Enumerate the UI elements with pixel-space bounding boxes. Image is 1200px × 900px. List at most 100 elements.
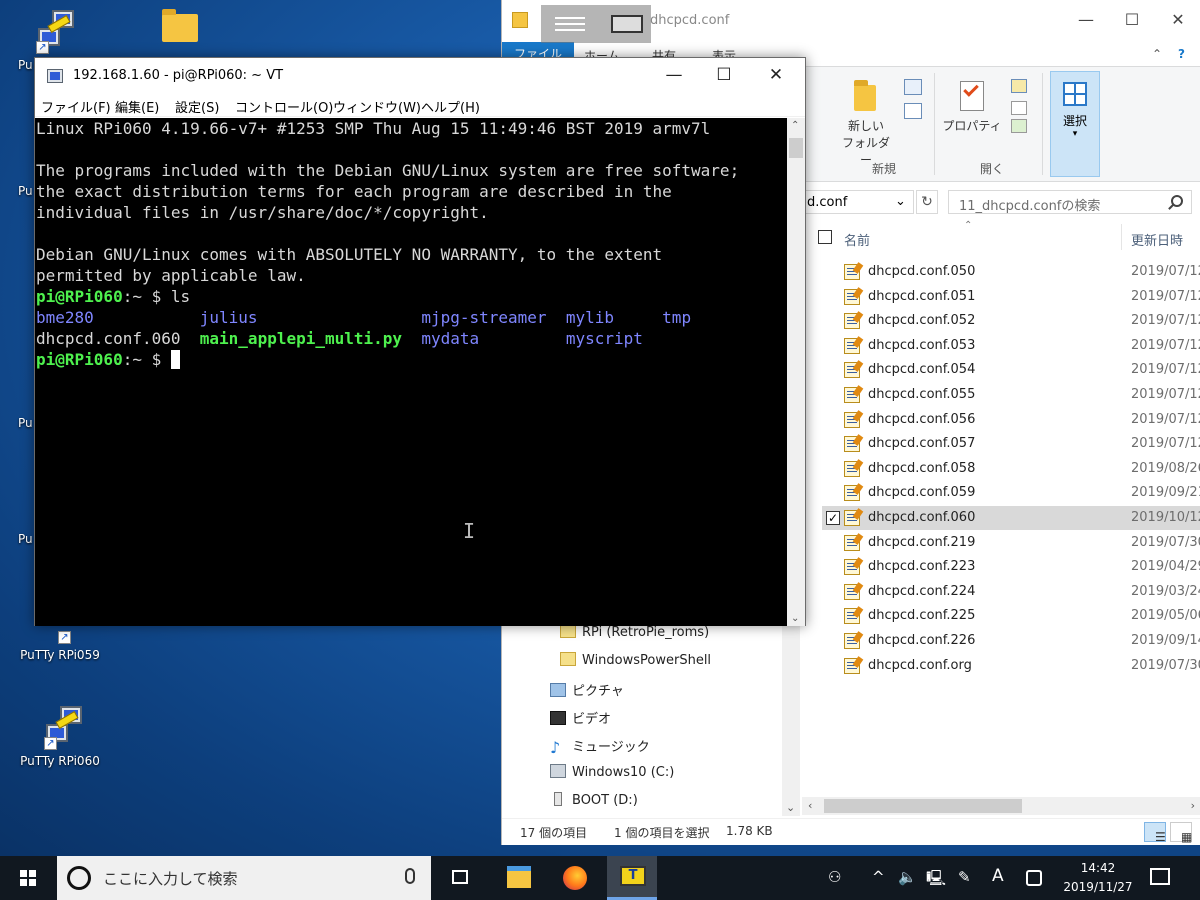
ls-entry: julius <box>199 308 258 327</box>
ime-icon[interactable] <box>1026 870 1042 886</box>
file-row[interactable]: dhcpcd.conf.055 2019/07/12 <box>822 383 1200 407</box>
file-row[interactable]: dhcpcd.conf.223 2019/04/29 <box>822 555 1200 579</box>
scroll-up-icon[interactable]: ⌃ <box>791 120 799 131</box>
minimize-button[interactable]: — <box>649 58 699 92</box>
ime-mode-icon[interactable]: A <box>992 866 1004 886</box>
notification-icon[interactable] <box>1150 868 1170 885</box>
putty-rpi060-shortcut[interactable]: ↗ PuTTy RPi060 <box>10 706 110 768</box>
menu-edit[interactable]: 編集(E) <box>115 97 159 116</box>
file-row[interactable]: dhcpcd.conf.225 2019/05/06 <box>822 604 1200 628</box>
file-row[interactable]: dhcpcd.conf.058 2019/08/26 <box>822 457 1200 481</box>
scroll-thumb[interactable] <box>824 799 1022 813</box>
new-item-button[interactable] <box>898 71 928 123</box>
touch-keyboard-toolbar[interactable] <box>541 5 651 43</box>
horizontal-scrollbar[interactable]: ‹ › <box>802 797 1200 815</box>
file-row[interactable]: dhcpcd.conf.054 2019/07/12 <box>822 358 1200 382</box>
file-row[interactable]: dhcpcd.conf.057 2019/07/12 <box>822 432 1200 456</box>
desktop-icon-label: PuTTy RPi060 <box>20 754 100 768</box>
maximize-button[interactable]: ☐ <box>699 58 749 92</box>
column-header-date[interactable]: 更新日時 <box>1131 230 1183 249</box>
taskbar-firefox[interactable] <box>550 856 600 900</box>
close-button[interactable]: ✕ <box>751 58 801 92</box>
usb-drive-icon <box>554 792 562 806</box>
nav-item-powershell[interactable]: WindowsPowerShell <box>560 652 711 668</box>
column-header-name[interactable]: 名前 <box>844 230 870 249</box>
scroll-thumb[interactable] <box>789 138 803 158</box>
column-divider[interactable] <box>1121 224 1122 250</box>
nav-item-videos[interactable]: ビデオ <box>550 708 611 727</box>
ls-entry: mjpg-streamer <box>421 308 547 327</box>
cortana-icon <box>67 866 91 890</box>
folder-network-shortcut[interactable] <box>130 6 230 54</box>
history-icon <box>1011 119 1027 133</box>
terminal-scrollbar[interactable]: ⌃ ⌄ <box>787 118 805 626</box>
menu-help[interactable]: ヘルプ(H) <box>421 97 480 116</box>
address-bar[interactable]: d.conf ⌄ <box>802 190 914 214</box>
new-folder-button[interactable]: 新しい フォルダー <box>838 71 894 168</box>
taskbar-clock[interactable]: 14:42 2019/11/27 <box>1058 859 1138 897</box>
start-button[interactable] <box>0 856 56 900</box>
taskbar-file-explorer[interactable] <box>494 856 544 900</box>
network-icon[interactable]: 🖳 <box>926 868 946 893</box>
nav-item-drive-d[interactable]: BOOT (D:) <box>550 792 638 808</box>
file-row[interactable]: dhcpcd.conf.051 2019/07/12 <box>822 285 1200 309</box>
microphone-icon[interactable] <box>405 868 415 884</box>
shell-prompt: pi@RPi060 <box>36 350 123 369</box>
close-button[interactable]: ✕ <box>1155 0 1200 42</box>
scroll-left-icon[interactable]: ‹ <box>808 799 812 812</box>
file-row[interactable]: dhcpcd.conf.org 2019/07/30 <box>822 654 1200 678</box>
clock-time: 14:42 <box>1080 861 1116 875</box>
chevron-up-icon[interactable]: ^ <box>872 868 885 886</box>
scroll-right-icon[interactable]: › <box>1191 799 1195 812</box>
terminal-output[interactable]: Linux RPi060 4.19.66-v7+ #1253 SMP Thu A… <box>35 118 787 626</box>
pen-icon[interactable]: ✎ <box>958 868 971 886</box>
file-name: dhcpcd.conf.org <box>868 657 972 673</box>
volume-icon[interactable]: 🔈 <box>898 868 917 886</box>
menu-icon[interactable] <box>555 17 585 19</box>
file-date: 2019/09/21 <box>1131 485 1200 501</box>
scroll-down-icon[interactable]: ⌄ <box>791 613 799 624</box>
file-row[interactable]: dhcpcd.conf.056 2019/07/12 <box>822 408 1200 432</box>
nav-item-rpi[interactable]: RPi (RetroPie_roms) <box>560 624 709 640</box>
nav-item-music[interactable]: ♪ ミュージック <box>550 736 650 757</box>
nav-item-pictures[interactable]: ピクチャ <box>550 680 624 699</box>
file-row[interactable]: dhcpcd.conf.053 2019/07/12 <box>822 334 1200 358</box>
terminal-title-bar[interactable]: 192.168.1.60 - pi@RPi060: ~ VT — ☐ ✕ <box>35 58 805 95</box>
properties-button[interactable]: プロパティ <box>942 71 1002 134</box>
menu-control[interactable]: コントロール(O) <box>235 97 333 116</box>
row-checkbox[interactable]: ✓ <box>826 511 840 525</box>
maximize-button[interactable]: ☐ <box>1109 0 1155 42</box>
file-row[interactable]: dhcpcd.conf.059 2019/09/21 <box>822 481 1200 505</box>
select-all-checkbox[interactable] <box>818 230 832 244</box>
select-button[interactable]: 選択 ▾ <box>1050 71 1100 177</box>
file-row[interactable]: dhcpcd.conf.052 2019/07/12 <box>822 309 1200 333</box>
help-icon[interactable]: ? <box>1166 44 1197 64</box>
search-box[interactable]: 11_dhcpcd.confの検索 <box>948 190 1192 214</box>
minimize-button[interactable]: — <box>1063 0 1109 42</box>
file-row[interactable]: dhcpcd.conf.224 2019/03/24 <box>822 580 1200 604</box>
file-row[interactable]: ✓ dhcpcd.conf.060 2019/10/12 <box>822 506 1200 530</box>
menu-settings[interactable]: 設定(S) <box>175 97 219 116</box>
refresh-button[interactable]: ↻ <box>916 190 938 214</box>
file-row[interactable]: dhcpcd.conf.219 2019/07/30 <box>822 531 1200 555</box>
file-row[interactable]: dhcpcd.conf.050 2019/07/12 <box>822 260 1200 284</box>
chevron-down-icon[interactable]: ⌄ <box>895 194 906 209</box>
nav-pane-scrollbar[interactable]: ⌄ <box>782 620 800 816</box>
keyboard-icon[interactable] <box>611 15 643 33</box>
task-view-button[interactable] <box>435 856 485 900</box>
file-row[interactable]: dhcpcd.conf.226 2019/09/14 <box>822 629 1200 653</box>
taskbar-search-box[interactable]: ここに入力して検索 <box>57 856 431 900</box>
config-file-icon <box>844 583 860 600</box>
open-options[interactable] <box>1004 71 1034 135</box>
terminal-window[interactable]: 192.168.1.60 - pi@RPi060: ~ VT — ☐ ✕ ファイ… <box>34 57 806 626</box>
details-view-button[interactable]: ☰ <box>1144 822 1166 844</box>
menu-window[interactable]: ウィンドウ(W) <box>333 97 421 116</box>
nav-label: WindowsPowerShell <box>582 653 712 668</box>
file-name: dhcpcd.conf.223 <box>868 559 976 575</box>
menu-file[interactable]: ファイル(F) <box>41 97 111 116</box>
scroll-down-icon[interactable]: ⌄ <box>786 801 795 814</box>
nav-item-drive-c[interactable]: Windows10 (C:) <box>550 764 674 780</box>
people-icon[interactable]: ⚇ <box>828 868 841 886</box>
large-icons-view-button[interactable]: ▦ <box>1170 822 1192 844</box>
taskbar-terminal[interactable]: T <box>607 856 657 900</box>
